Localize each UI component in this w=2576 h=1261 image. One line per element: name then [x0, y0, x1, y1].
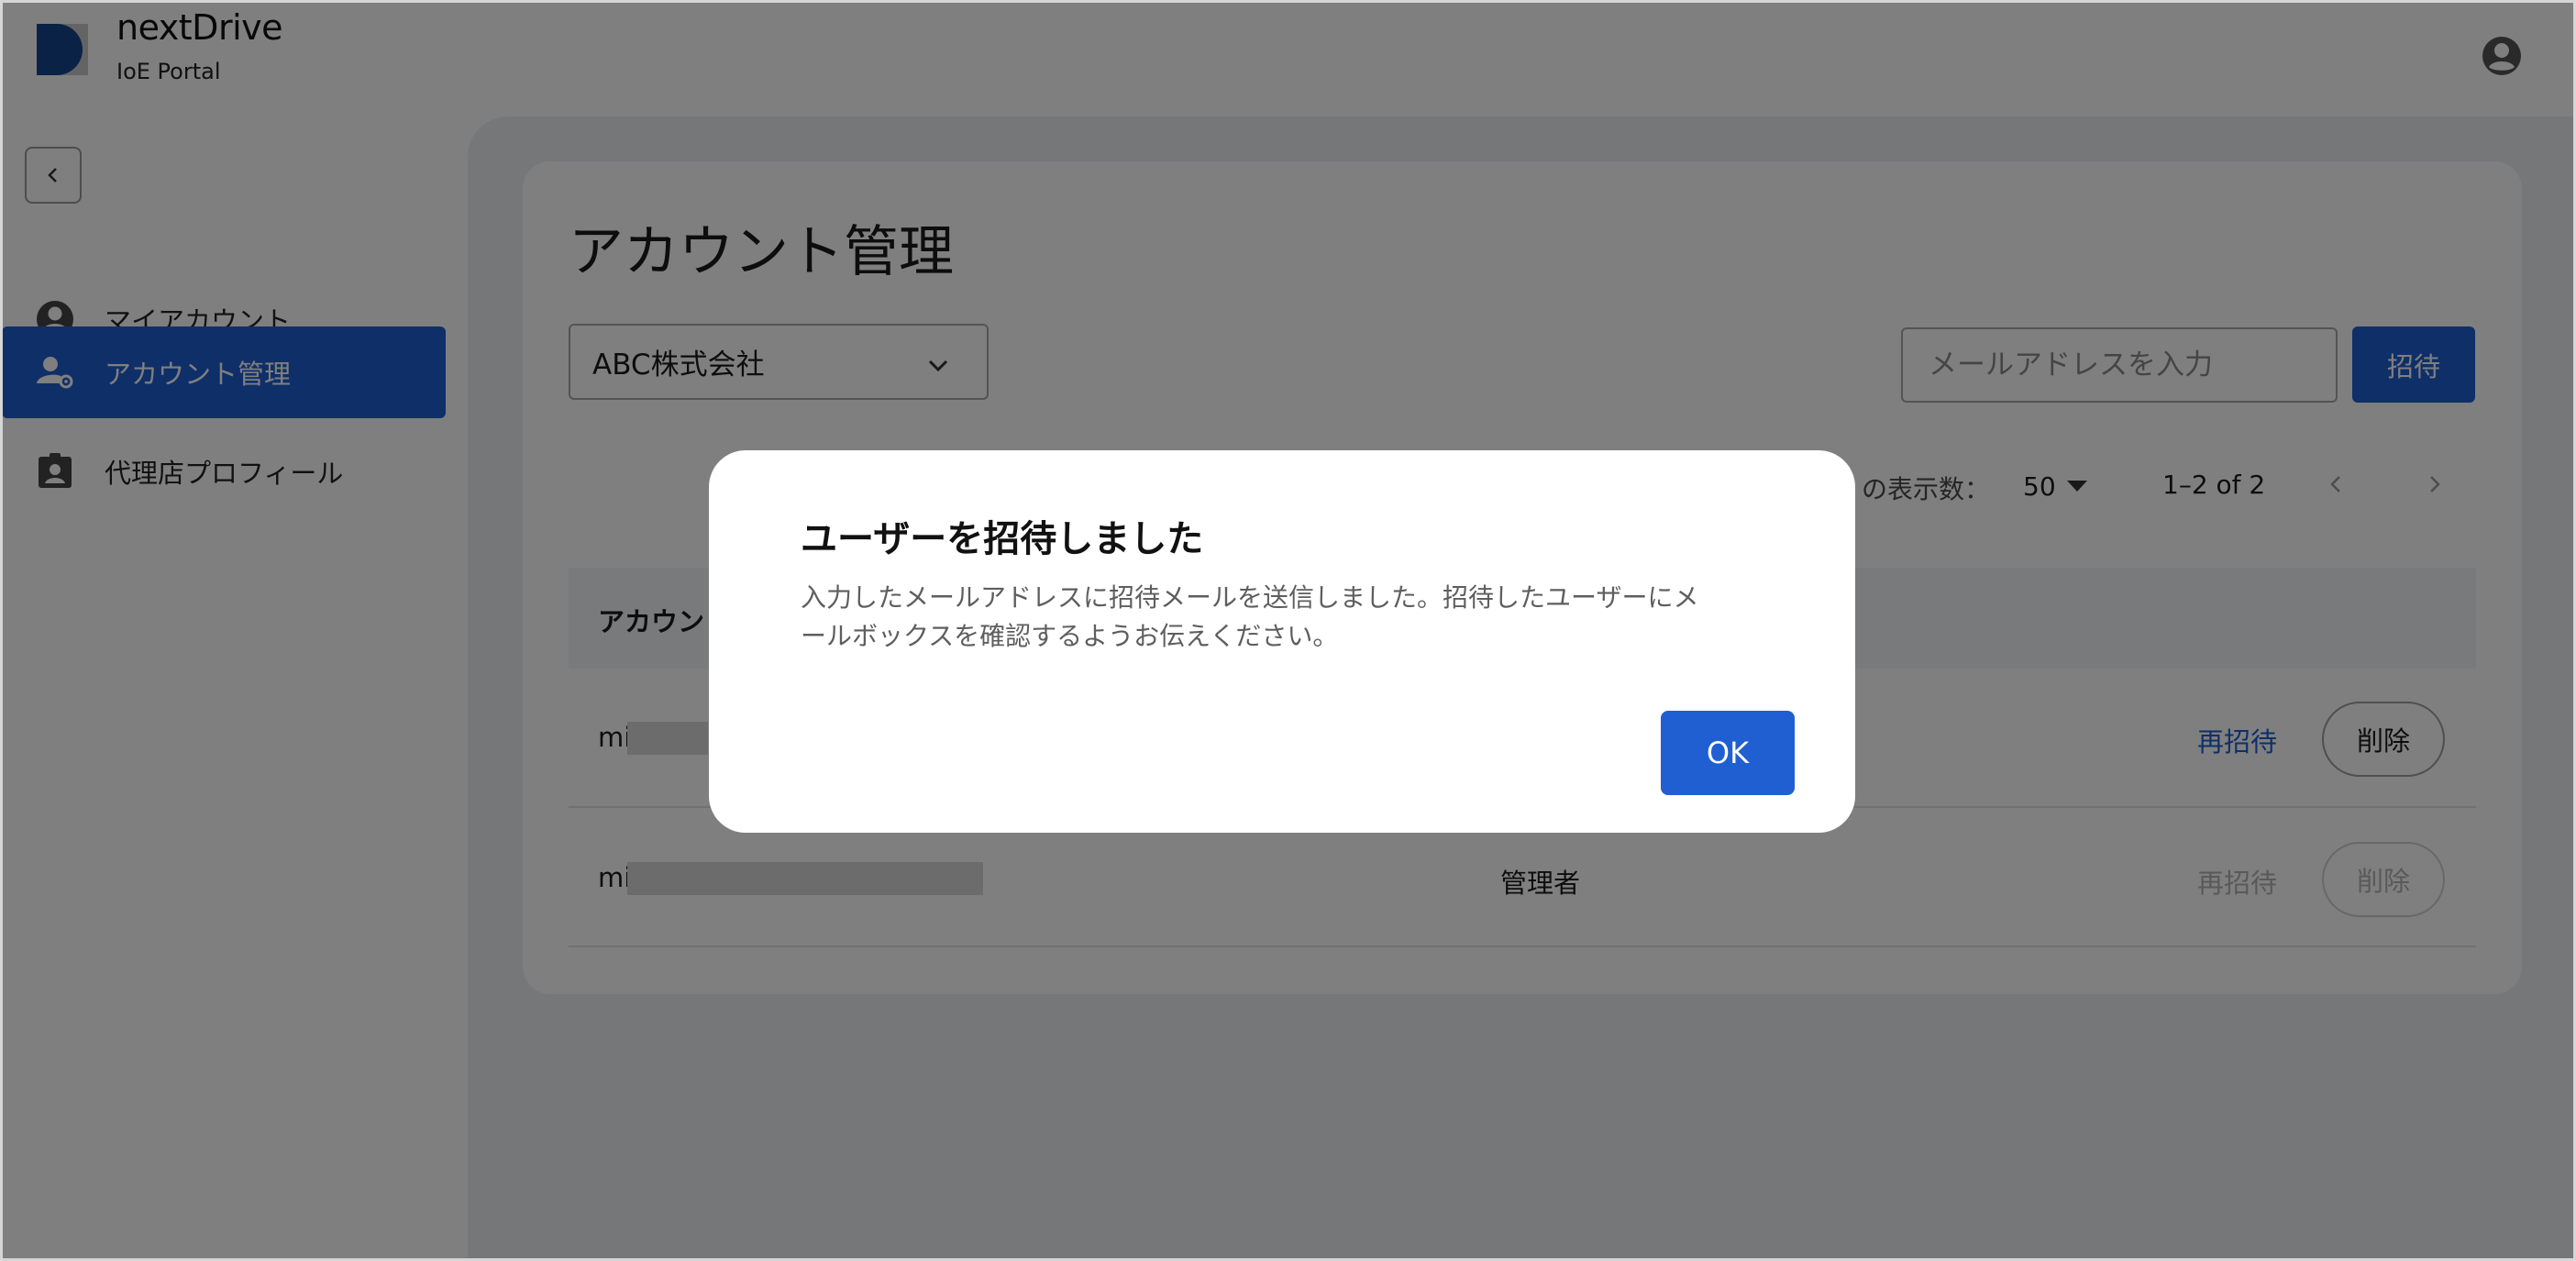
dialog-message: 入力したメールアドレスに招待メールを送信しました。招待したユーザーにメ ールボッ…: [801, 579, 1773, 656]
dialog-title: ユーザーを招待しました: [801, 518, 1204, 560]
app-root: nextDrive IoE Portal マイアカウント: [0, 0, 2576, 1261]
dialog-message-line: ールボックスを確認するようお伝えください。: [801, 621, 1339, 651]
ok-button[interactable]: OK: [1661, 711, 1795, 795]
invite-success-dialog: ユーザーを招待しました 入力したメールアドレスに招待メールを送信しました。招待し…: [709, 450, 1855, 833]
dialog-message-line: 入力したメールアドレスに招待メールを送信しました。招待したユーザーにメ: [801, 582, 1699, 613]
